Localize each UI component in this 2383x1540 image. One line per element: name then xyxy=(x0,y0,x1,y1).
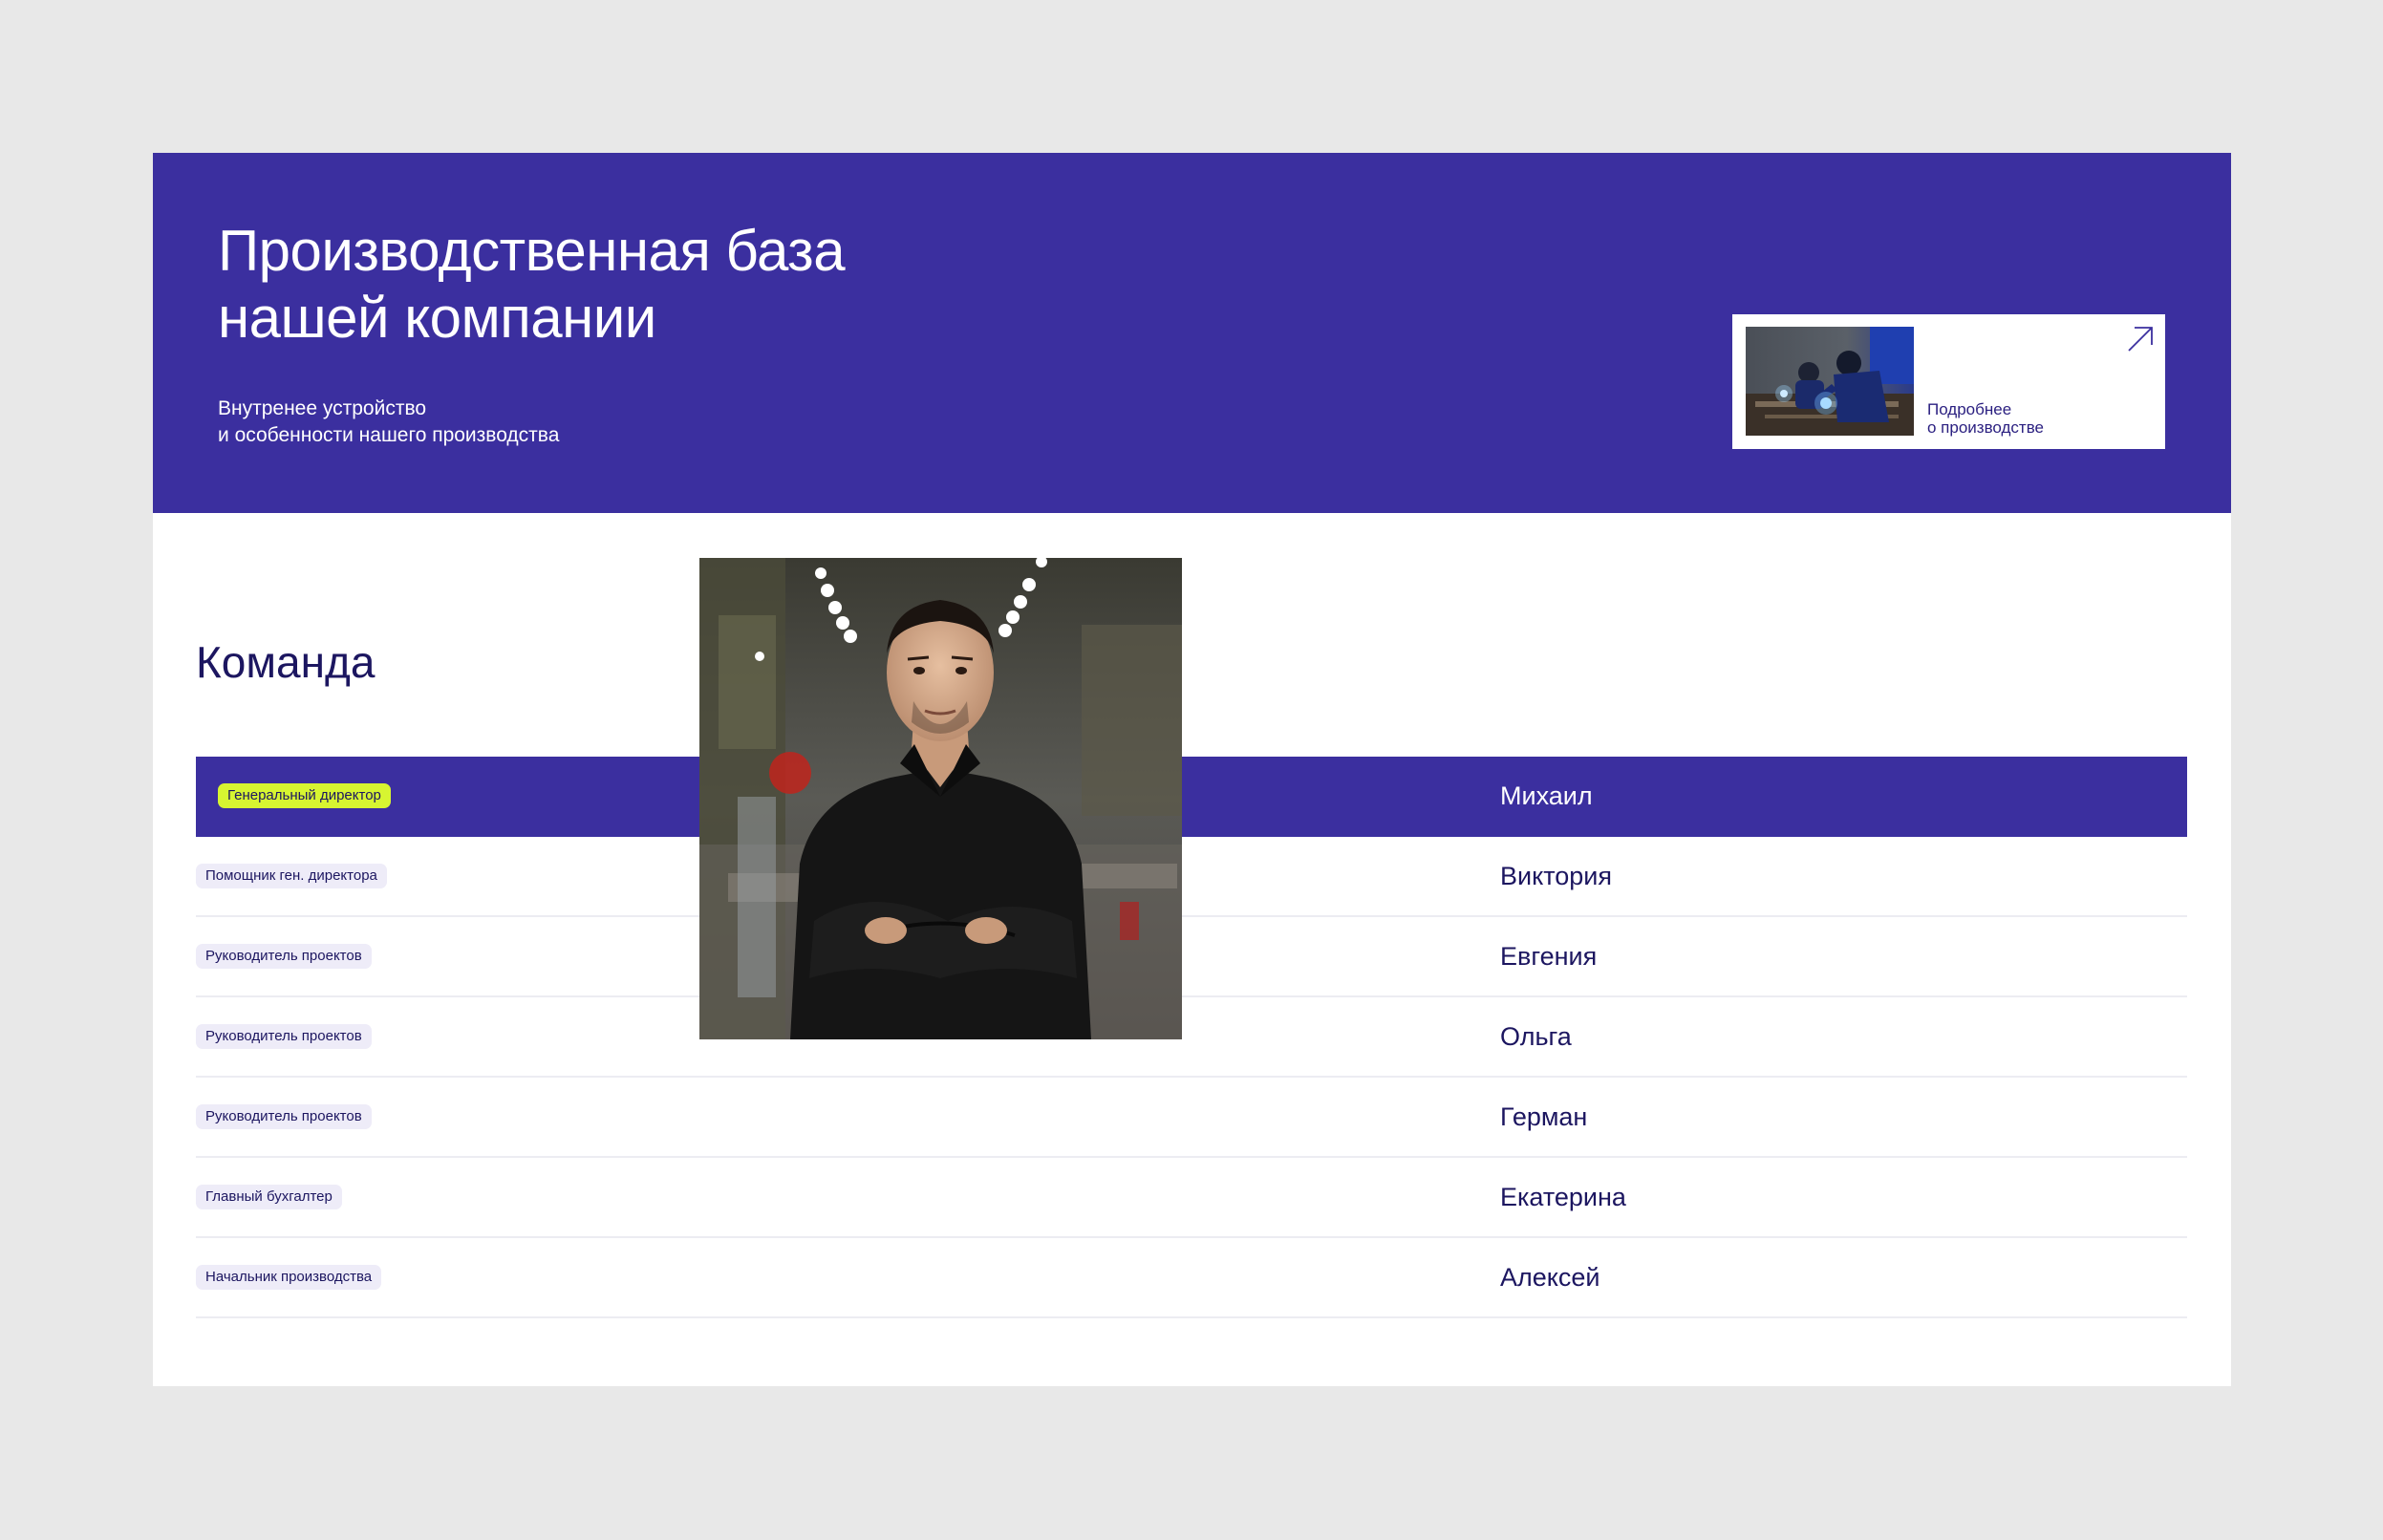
team-row-project-manager[interactable]: Руководитель проектов Герман xyxy=(196,1078,2187,1158)
team-row-chief-accountant[interactable]: Главный бухгалтер Екатерина xyxy=(196,1158,2187,1238)
page-subtitle-line-1: Внутренее устройство xyxy=(218,397,427,419)
team-section-title: Команда xyxy=(196,637,376,687)
page-title: Производственная база нашей компании xyxy=(218,218,846,352)
role-badge: Руководитель проектов xyxy=(196,1024,372,1049)
member-name: Алексей xyxy=(1500,1263,1600,1292)
team-row-production-head[interactable]: Начальник производства Алексей xyxy=(196,1238,2187,1318)
team-table: Генеральный директор Михаил Помощник ген… xyxy=(196,757,2187,1318)
member-name: Михаил xyxy=(1500,781,1593,810)
role-badge: Начальник производства xyxy=(196,1265,382,1290)
welding-workshop-thumbnail xyxy=(1746,327,1914,436)
hero-banner: Производственная база нашей компании Вну… xyxy=(153,153,2231,513)
role-badge: Главный бухгалтер xyxy=(196,1185,342,1209)
page-title-line-2: нашей компании xyxy=(218,286,656,350)
promo-label-line-2: о производстве xyxy=(1927,418,2045,437)
promo-label-line-1: Подробнее xyxy=(1927,400,2012,418)
page-subtitle-line-2: и особенности нашего производства xyxy=(218,424,560,446)
role-badge: Генеральный директор xyxy=(218,783,391,808)
content-card: Производственная база нашей компании Вну… xyxy=(153,153,2231,1386)
member-name: Герман xyxy=(1500,1102,1588,1131)
arrow-up-right-icon xyxy=(2128,327,2153,352)
production-promo-card[interactable]: Подробнее о производстве xyxy=(1732,314,2165,449)
member-name: Виктория xyxy=(1500,862,1613,890)
member-name: Екатерина xyxy=(1500,1183,1626,1211)
member-name: Евгения xyxy=(1500,942,1598,971)
team-member-photo xyxy=(699,558,1182,1039)
member-name: Ольга xyxy=(1500,1022,1572,1051)
page-subtitle: Внутренее устройство и особенности нашег… xyxy=(218,396,559,449)
team-row-project-manager[interactable]: Руководитель проектов Евгения xyxy=(196,917,2187,997)
team-row-assistant[interactable]: Помощник ген. директора Виктория xyxy=(196,837,2187,917)
role-badge: Руководитель проектов xyxy=(196,944,372,969)
page-title-line-1: Производственная база xyxy=(218,219,846,283)
role-badge: Помощник ген. директора xyxy=(196,864,387,888)
team-row-project-manager[interactable]: Руководитель проектов Ольга xyxy=(196,997,2187,1078)
team-row-general-director[interactable]: Генеральный директор Михаил xyxy=(196,757,2187,837)
role-badge: Руководитель проектов xyxy=(196,1104,372,1129)
promo-label: Подробнее о производстве xyxy=(1927,400,2044,437)
